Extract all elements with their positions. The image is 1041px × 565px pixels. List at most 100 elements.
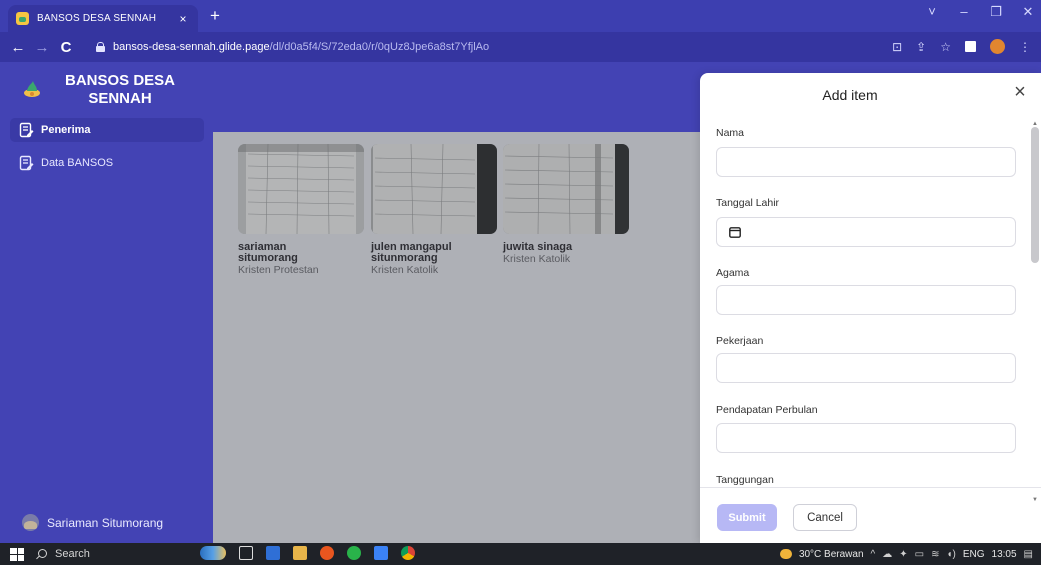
minimize-icon[interactable]: – bbox=[957, 4, 971, 20]
field-label-tanggal-lahir: Tanggal Lahir bbox=[716, 197, 780, 209]
field-label-pendapatan-perbulan: Pendapatan Perbulan bbox=[716, 404, 818, 416]
profile-icon[interactable] bbox=[990, 39, 1005, 54]
add-item-modal: Add item × Nama Tanggal Lahir Agama Peke… bbox=[700, 73, 1041, 543]
browser-menu-icon[interactable]: ⋮ bbox=[1019, 40, 1031, 54]
card-image bbox=[371, 144, 497, 234]
screen: BANSOS DESA SENNAH × + ˅ – ❐ ✕ ← → C ban… bbox=[0, 0, 1041, 565]
language-indicator[interactable]: ENG bbox=[963, 549, 985, 560]
pekerjaan-input[interactable] bbox=[716, 353, 1016, 383]
windows-start-icon[interactable] bbox=[10, 547, 24, 561]
lock-icon[interactable] bbox=[96, 42, 105, 52]
weather-text[interactable]: 30°C Berawan bbox=[799, 549, 864, 560]
modal-scrollbar[interactable]: ▲ ▼ bbox=[1031, 121, 1039, 503]
sidebar-item-penerima[interactable]: Penerima bbox=[10, 118, 204, 142]
close-window-icon[interactable]: ✕ bbox=[1021, 4, 1035, 20]
browser-toolbar-icons: ⊡ ⇪ ☆ ⋮ bbox=[892, 39, 1031, 54]
document-app-icon[interactable] bbox=[374, 546, 388, 560]
volume-icon[interactable]: ◖) bbox=[946, 549, 955, 560]
window-controls: ˅ – ❐ ✕ bbox=[925, 4, 1035, 20]
tab-close-icon[interactable]: × bbox=[176, 12, 190, 26]
field-label-pekerjaan: Pekerjaan bbox=[716, 335, 764, 347]
share-icon[interactable]: ⇪ bbox=[916, 40, 926, 54]
submit-button[interactable]: Submit bbox=[717, 504, 777, 531]
sidebar: BANSOS DESA SENNAH Penerima Data BANSOS … bbox=[0, 62, 213, 543]
card-image bbox=[238, 144, 364, 234]
extension-icon[interactable] bbox=[965, 41, 976, 52]
field-label-agama: Agama bbox=[716, 267, 750, 279]
clock[interactable]: 13:05 bbox=[992, 549, 1017, 560]
sidebar-item-label: Data BANSOS bbox=[41, 157, 114, 169]
document-edit-icon bbox=[19, 155, 34, 171]
user-profile[interactable]: Sariaman Situmorang bbox=[22, 514, 163, 531]
back-arrow-icon[interactable]: ← bbox=[6, 39, 30, 56]
file-explorer-icon[interactable] bbox=[293, 546, 307, 560]
card-name: juwita sinaga bbox=[503, 242, 629, 253]
cancel-button[interactable]: Cancel bbox=[793, 504, 857, 531]
new-tab-button[interactable]: + bbox=[205, 6, 225, 26]
brand: BANSOS DESA SENNAH bbox=[0, 62, 213, 114]
taskbar: Search 30°C Berawan ^ ☁ ✦ ▭ ≋ ◖) ENG 13:… bbox=[0, 543, 1041, 565]
modal-header: Add item × bbox=[700, 73, 1041, 117]
forward-arrow-icon[interactable]: → bbox=[30, 39, 54, 56]
scrollbar-thumb[interactable] bbox=[1031, 127, 1039, 263]
url-bar[interactable]: bansos-desa-sennah.glide.page /dl/d0a5f4… bbox=[88, 36, 878, 58]
media-app-icon[interactable] bbox=[320, 546, 334, 560]
notifications-icon[interactable]: ▤ bbox=[1024, 549, 1033, 560]
url-host: bansos-desa-sennah.glide.page bbox=[113, 41, 270, 53]
browser-tab[interactable]: BANSOS DESA SENNAH × bbox=[8, 5, 198, 32]
tray-app-icon[interactable]: ☁ bbox=[882, 549, 892, 560]
agama-input[interactable] bbox=[716, 285, 1016, 315]
card-name-line1: juwita sinaga bbox=[503, 241, 573, 253]
brand-logo-icon bbox=[24, 81, 40, 97]
list-item[interactable]: juwita sinaga Kristen Katolik bbox=[503, 144, 629, 265]
taskbar-search[interactable]: Search bbox=[26, 543, 206, 565]
card-religion: Kristen Katolik bbox=[371, 264, 439, 276]
brand-title-line2: SENNAH bbox=[88, 90, 152, 107]
news-widget-icon[interactable] bbox=[200, 546, 226, 560]
app-favicon-icon bbox=[16, 12, 29, 25]
taskbar-search-label: Search bbox=[55, 548, 90, 560]
card-name: julen mangapul situnmorang bbox=[371, 242, 497, 264]
modal-footer: Submit Cancel bbox=[700, 487, 1041, 543]
card-name: sariaman situmorang bbox=[238, 242, 364, 264]
taskbar-pinned-apps bbox=[200, 546, 415, 560]
system-tray: 30°C Berawan ^ ☁ ✦ ▭ ≋ ◖) ENG 13:05 ▤ bbox=[779, 543, 1033, 565]
word-icon[interactable] bbox=[266, 546, 280, 560]
brand-title-line1: BANSOS DESA bbox=[64, 72, 176, 89]
address-bar-row: ← → C bansos-desa-sennah.glide.page /dl/… bbox=[0, 32, 1041, 62]
weather-icon bbox=[779, 549, 792, 559]
search-icon bbox=[36, 548, 47, 560]
chrome-icon[interactable] bbox=[401, 546, 415, 560]
avatar bbox=[22, 514, 39, 531]
url-path: /dl/d0a5f4/S/72eda0/r/0qUz8Jpe6a8st7Yfjl… bbox=[269, 41, 490, 53]
list-item[interactable]: julen mangapul situnmorang Kristen Katol… bbox=[371, 144, 497, 276]
tab-title: BANSOS DESA SENNAH bbox=[37, 13, 157, 24]
battery-icon[interactable]: ▭ bbox=[915, 549, 924, 560]
tab-search-icon[interactable]: ˅ bbox=[925, 4, 939, 20]
nama-input[interactable] bbox=[716, 147, 1016, 177]
chevron-up-icon[interactable]: ^ bbox=[871, 549, 876, 560]
install-app-icon[interactable]: ⊡ bbox=[892, 40, 902, 54]
brand-title: BANSOS DESA SENNAH bbox=[50, 72, 190, 108]
wifi-icon[interactable]: ≋ bbox=[931, 549, 939, 560]
whatsapp-icon[interactable] bbox=[347, 546, 361, 560]
field-label-nama: Nama bbox=[716, 127, 745, 139]
pendapatan-perbulan-input[interactable] bbox=[716, 423, 1016, 453]
card-religion: Kristen Protestan bbox=[238, 264, 319, 276]
list-item[interactable]: sariaman situmorang Kristen Protestan bbox=[238, 144, 364, 276]
task-view-icon[interactable] bbox=[239, 546, 253, 560]
reload-icon[interactable]: C bbox=[54, 39, 78, 56]
field-label-tanggungan: Tanggungan bbox=[716, 474, 774, 485]
card-name-line2: situnmorang bbox=[371, 252, 438, 264]
tanggal-lahir-input[interactable] bbox=[716, 217, 1016, 247]
tray-app-icon[interactable]: ✦ bbox=[899, 549, 907, 560]
restore-icon[interactable]: ❐ bbox=[989, 4, 1003, 20]
card-image bbox=[503, 144, 629, 234]
document-edit-icon bbox=[19, 122, 34, 138]
sidebar-item-data-bansos[interactable]: Data BANSOS bbox=[10, 151, 204, 175]
calendar-icon bbox=[729, 227, 741, 238]
card-religion: Kristen Katolik bbox=[503, 253, 571, 265]
close-icon[interactable]: × bbox=[1011, 82, 1029, 102]
card-name-line2: situmorang bbox=[238, 252, 298, 264]
bookmark-star-icon[interactable]: ☆ bbox=[940, 40, 951, 54]
